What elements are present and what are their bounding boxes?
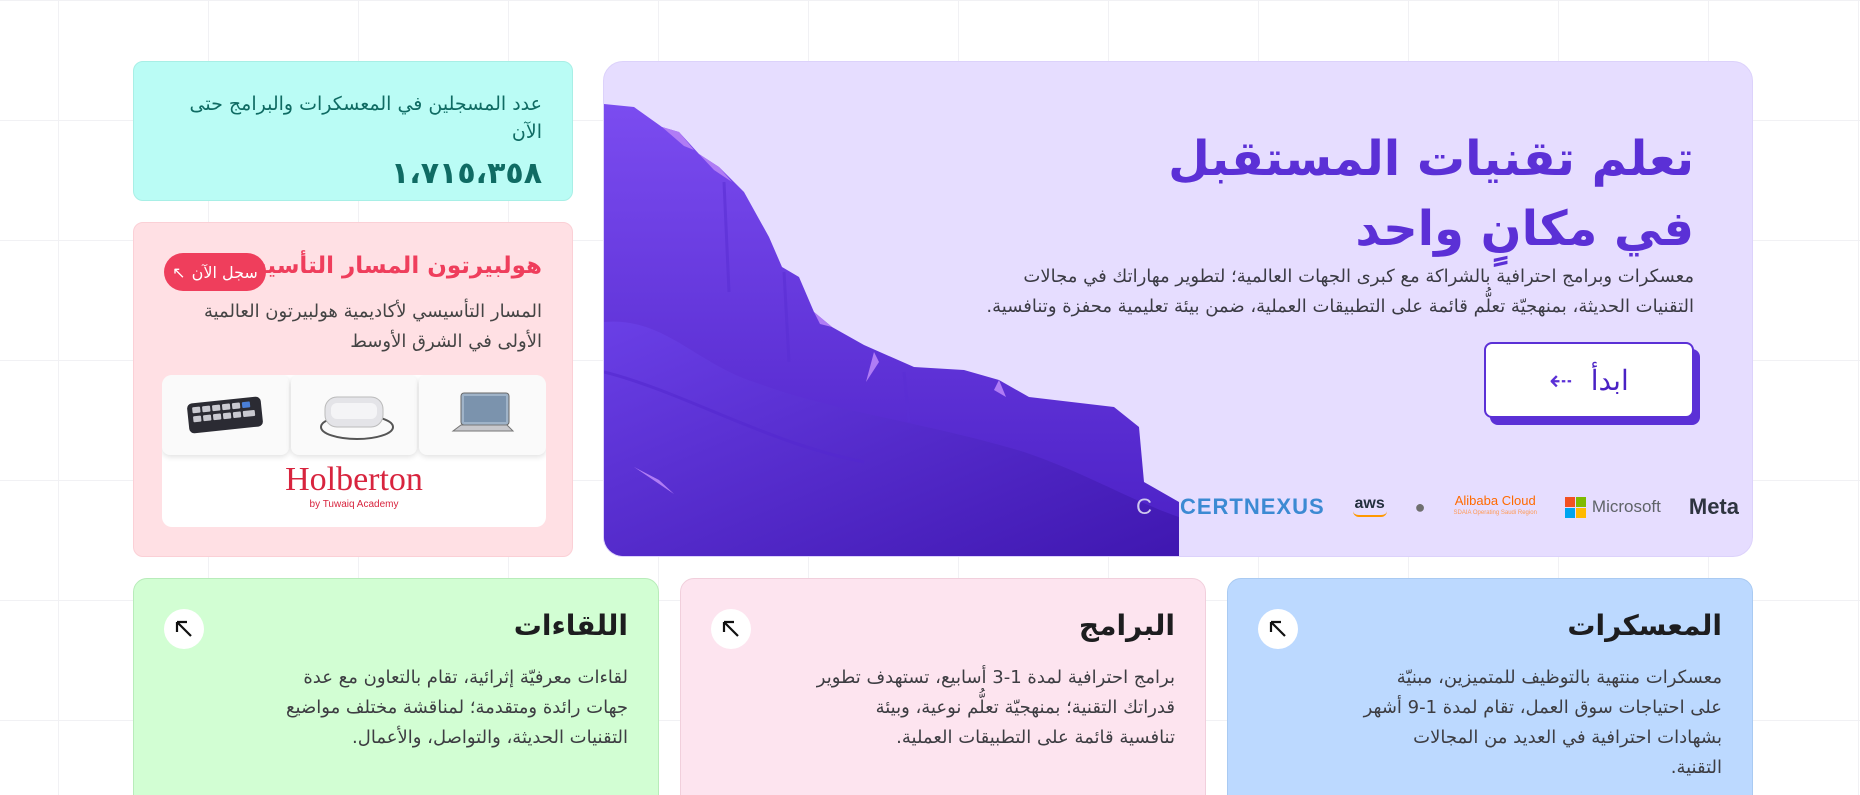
programs-card[interactable]: البرامج برامج احترافية لمدة 1-3 أسابيع، … <box>680 578 1206 795</box>
hero-banner: تعلم تقنيات المستقبل في مكانٍ واحد معسكر… <box>603 61 1753 557</box>
keyboard-image <box>162 375 289 455</box>
bootcamps-title: المعسكرات <box>1567 609 1722 642</box>
hero-title-line2: في مكانٍ واحد <box>1355 201 1694 257</box>
programs-arrow-button[interactable] <box>711 609 751 649</box>
meetups-arrow-button[interactable] <box>164 609 204 649</box>
microsoft-logo-text: Microsoft <box>1591 497 1661 516</box>
programs-title: البرامج <box>1078 609 1175 642</box>
aws-logo: aws <box>1352 495 1387 517</box>
partner-logo-partial: C <box>1136 494 1152 519</box>
programs-description: برامج احترافية لمدة 1-3 أسابيع، تستهدف ت… <box>816 667 1175 748</box>
arrow-up-left-icon <box>1269 620 1286 637</box>
apple-icon: ● <box>1414 496 1426 517</box>
bootcamps-arrow-button[interactable] <box>1258 609 1298 649</box>
enrollment-counter-card: عدد المسجلين في المعسكرات والبرامج حتى ا… <box>133 61 573 201</box>
register-now-label: سجل الآن <box>191 262 258 282</box>
bootcamps-card[interactable]: المعسكرات معسكرات منتهية بالتوظيف للمتمي… <box>1227 578 1753 795</box>
start-button[interactable]: ابدأ ⇠ <box>1484 342 1694 418</box>
meetups-description: لقاءات معرفيّة إثرائية، تقام بالتعاون مع… <box>285 667 628 748</box>
meetups-card[interactable]: اللقاءات لقاءات معرفيّة إثرائية، تقام با… <box>133 578 659 795</box>
vr-headset-image <box>290 375 418 455</box>
hero-title: تعلم تقنيات المستقبل في مكانٍ واحد <box>1054 124 1694 264</box>
product-images <box>162 375 546 455</box>
register-now-button[interactable]: سجل الآن ↖ <box>164 253 266 291</box>
meta-logo: Meta <box>1688 494 1739 519</box>
microsoft-logo: Microsoft <box>1564 496 1661 518</box>
holberton-logo-subtext: by Tuwaiq Academy <box>309 499 399 510</box>
alibaba-cloud-logo-subtext: SDAIA Operating Saudi Region <box>1453 510 1537 516</box>
aws-logo-text: aws <box>1354 495 1385 512</box>
hero-title-line1: تعلم تقنيات المستقبل <box>1168 131 1694 187</box>
bootcamps-description: معسكرات منتهية بالتوظيف للمتميزين، مبنيّ… <box>1363 667 1722 778</box>
arrow-up-left-icon: ↖ <box>172 262 186 282</box>
holberton-title: هولبيرتون المسار التأسيسي <box>220 253 542 279</box>
start-button-label: ابدأ <box>1590 364 1629 396</box>
enrollment-counter-value: ١،٧١٥،٣٥٨ <box>391 156 542 191</box>
meetups-title: اللقاءات <box>513 609 628 642</box>
alibaba-cloud-logo-text: Alibaba Cloud <box>1454 493 1536 508</box>
holberton-description: المسار التأسيسي لأكاديمية هولبيرتون العا… <box>203 301 542 352</box>
holberton-logo: Holberton <box>285 461 423 498</box>
hero-description: معسكرات وبرامج احترافية بالشراكة مع كبرى… <box>986 266 1694 317</box>
holberton-image: Holberton by Tuwaiq Academy <box>162 375 546 527</box>
arrow-left-icon: ⇠ <box>1549 364 1573 396</box>
holberton-card[interactable]: هولبيرتون المسار التأسيسي سجل الآن ↖ الم… <box>133 222 573 557</box>
microsoft-icon <box>1564 496 1586 518</box>
arrow-up-left-icon <box>175 620 192 637</box>
partner-logos: C CERTNEXUS aws ● Alibaba Cloud SDAIA Op… <box>1119 487 1739 527</box>
laptop-image <box>419 375 546 455</box>
enrollment-counter-label: عدد المسجلين في المعسكرات والبرامج حتى ا… <box>189 93 542 143</box>
certnexus-logo: CERTNEXUS <box>1179 494 1325 519</box>
arrow-up-left-icon <box>722 620 739 637</box>
alibaba-cloud-logo: Alibaba Cloud SDAIA Operating Saudi Regi… <box>1454 494 1537 520</box>
